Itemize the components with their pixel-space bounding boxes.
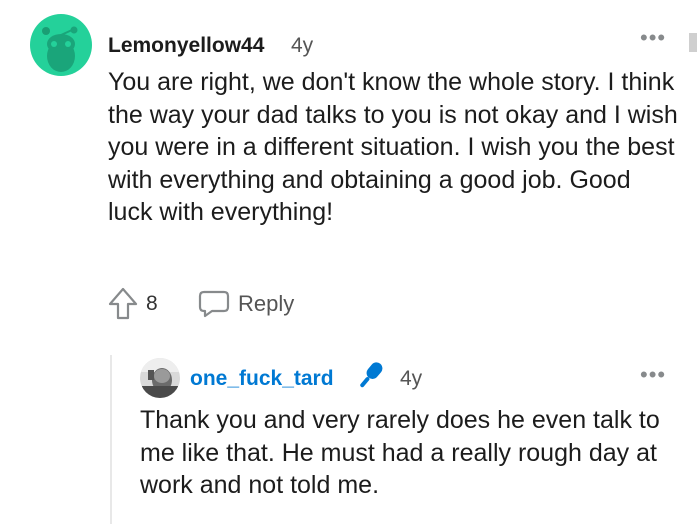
reply-label: Reply bbox=[238, 291, 295, 316]
reply-age: 4y bbox=[400, 367, 423, 390]
reply-body: Thank you and very rarely does he even t… bbox=[140, 406, 660, 499]
more-options-button[interactable]: ••• bbox=[640, 27, 666, 49]
user-avatar[interactable] bbox=[30, 14, 92, 76]
speech-bubble-icon bbox=[198, 290, 230, 318]
microphone-icon bbox=[352, 358, 388, 394]
user-photo-avatar bbox=[140, 358, 180, 398]
reply-more-options-button[interactable]: ••• bbox=[640, 364, 666, 386]
comment-body: You are right, we don't know the whole s… bbox=[108, 68, 678, 226]
reply-username[interactable]: one_fuck_tard bbox=[190, 367, 334, 391]
comment-actions: 8 Reply bbox=[108, 286, 294, 322]
comment-username[interactable]: Lemonyellow44 bbox=[108, 34, 264, 58]
vote-count: 8 bbox=[146, 292, 158, 315]
reply-user-avatar[interactable] bbox=[140, 358, 180, 398]
reply-button[interactable]: Reply bbox=[198, 290, 294, 318]
upvote-arrow-icon bbox=[108, 287, 138, 320]
thread-line bbox=[110, 355, 112, 524]
scroll-indicator[interactable] bbox=[689, 33, 697, 52]
snoo-avatar-icon bbox=[30, 14, 92, 76]
comment-age: 4y bbox=[291, 34, 314, 57]
upvote-button[interactable] bbox=[108, 287, 138, 321]
